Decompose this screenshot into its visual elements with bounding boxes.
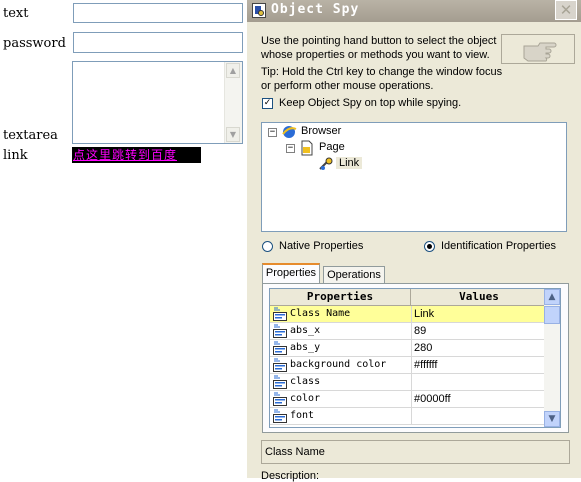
object-spy-window: Object Spy ✕ Use the pointing hand butto… — [247, 0, 581, 482]
property-name: class — [290, 376, 321, 387]
identification-properties-radio[interactable] — [424, 241, 435, 252]
tab-operations[interactable]: Operations — [323, 266, 385, 284]
property-icon — [273, 307, 287, 321]
tree-node-link[interactable]: Link — [336, 157, 363, 169]
tree-node-page[interactable]: Page — [319, 141, 345, 153]
property-name: Class Name — [290, 308, 351, 319]
spy-app-icon — [252, 3, 266, 18]
baidu-link[interactable]: 点这里跳转到百度 — [72, 147, 201, 163]
keep-on-top-checkbox[interactable]: ✓ — [262, 98, 273, 109]
textarea-label: textarea — [3, 128, 58, 143]
instructions-text: Use the pointing hand button to select t… — [261, 35, 497, 61]
property-value — [411, 408, 544, 424]
table-row[interactable]: abs_y 280 — [270, 340, 547, 357]
scroll-up-icon[interactable]: ▲ — [226, 63, 240, 78]
property-value: 280 — [411, 340, 544, 356]
tree-node-browser[interactable]: Browser — [301, 125, 341, 137]
password-field-label: password — [3, 36, 66, 51]
property-icon — [273, 324, 287, 338]
property-icon — [273, 392, 287, 406]
property-value: 89 — [411, 323, 544, 339]
password-input[interactable] — [73, 32, 243, 53]
property-name: background color — [290, 359, 387, 370]
property-value: #ffffff — [411, 357, 544, 373]
tab-properties[interactable]: Properties — [262, 263, 320, 283]
browser-icon — [282, 126, 297, 138]
grid-scroll-thumb[interactable] — [544, 306, 560, 324]
table-row[interactable]: Class Name Link — [270, 306, 547, 323]
grid-scroll-down-icon[interactable]: ▼ — [544, 411, 560, 427]
text-input[interactable] — [73, 3, 243, 23]
properties-panel: Properties Values Class Name Link abs_x 89 a… — [262, 283, 569, 433]
property-value: Link — [411, 306, 544, 322]
identification-properties-label: Identification Properties — [441, 240, 556, 252]
collapse-page-icon[interactable]: − — [286, 144, 295, 153]
keep-on-top-label: Keep Object Spy on top while spying. — [279, 97, 462, 109]
property-name: abs_x — [290, 325, 321, 336]
close-icon[interactable]: ✕ — [555, 0, 577, 20]
title-bar[interactable]: Object Spy ✕ — [247, 0, 581, 22]
page-icon — [301, 140, 313, 156]
link-label: link — [3, 148, 28, 163]
property-icon — [273, 341, 287, 355]
values-column-header[interactable]: Values — [411, 289, 547, 306]
window-title: Object Spy — [271, 2, 360, 17]
link-icon — [319, 157, 333, 170]
property-value: #0000ff — [411, 391, 544, 407]
tree-node-link-label: Link — [336, 157, 363, 169]
property-name: abs_y — [290, 342, 321, 353]
pointing-hand-button[interactable] — [501, 34, 575, 64]
object-tree[interactable]: − Browser − Page Link — [261, 122, 567, 232]
native-properties-radio[interactable] — [262, 241, 273, 252]
property-name: color — [290, 393, 321, 404]
property-icon — [273, 375, 287, 389]
table-row[interactable]: background color #ffffff — [270, 357, 547, 374]
description-label: Description: — [261, 470, 320, 482]
native-properties-label: Native Properties — [279, 240, 364, 252]
tip-text: Tip: Hold the Ctrl key to change the win… — [261, 66, 503, 92]
property-icon — [273, 358, 287, 372]
scroll-down-icon[interactable]: ▼ — [226, 127, 240, 142]
textarea-scrollbar[interactable]: ▲ ▼ — [224, 62, 242, 143]
table-row[interactable]: class — [270, 374, 547, 391]
table-row[interactable]: abs_x 89 — [270, 323, 547, 340]
table-row[interactable]: font — [270, 408, 547, 425]
text-field-label: text — [3, 6, 29, 21]
collapse-browser-icon[interactable]: − — [268, 128, 277, 137]
properties-grid[interactable]: Properties Values Class Name Link abs_x 89 a… — [269, 288, 561, 428]
property-value — [411, 374, 544, 390]
textarea-input[interactable]: ▲ ▼ — [72, 61, 243, 144]
grid-scrollbar[interactable]: ▲ ▼ — [544, 289, 560, 427]
properties-column-header[interactable]: Properties — [270, 289, 411, 306]
selected-property-box: Class Name — [261, 440, 570, 464]
grid-scroll-up-icon[interactable]: ▲ — [544, 289, 560, 305]
property-name: font — [290, 410, 315, 421]
pointing-hand-icon — [523, 42, 557, 62]
property-icon — [273, 409, 287, 423]
table-row[interactable]: color #0000ff — [270, 391, 547, 408]
